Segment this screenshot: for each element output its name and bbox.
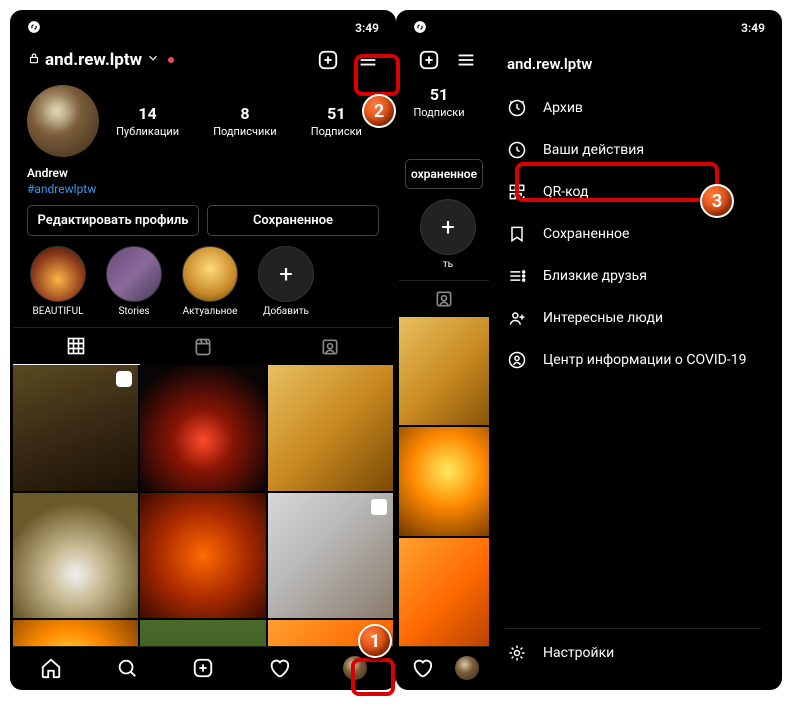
clock: 3:49 [355,21,379,35]
highlight-add[interactable]: +ть [417,199,479,270]
highlight-add[interactable]: +Добавить [255,246,317,317]
underlying-profile-peek: 51Подписки охраненное +ть [399,39,489,687]
stat-posts[interactable]: 14Публикации [116,104,179,138]
stat-following[interactable]: 51Подписки [399,85,479,119]
menu-close-friends[interactable]: Близкие друзья [505,255,761,297]
profile-header: and.rew.lptw [13,39,393,81]
notification-dot [168,57,174,63]
highlight-cover [182,246,238,302]
annotation-marker-2: 2 [362,94,396,128]
highlight-item[interactable]: Актуальное [179,246,241,317]
saved-button-partial[interactable]: охраненное [405,159,483,189]
nav-home[interactable] [38,655,64,681]
post-thumbnail[interactable] [399,538,489,646]
post-thumbnail[interactable] [13,493,138,618]
menu-discover-people[interactable]: Интересные люди [505,297,761,339]
clock: 3:49 [741,21,765,35]
annotation-marker-3: 3 [700,184,734,218]
post-thumbnail[interactable] [140,620,265,646]
shazam-icon [27,20,41,37]
avatar-icon [455,656,479,680]
post-thumbnail[interactable] [140,365,265,490]
post-thumbnail[interactable] [140,493,265,618]
bio: Andrew #andrewlptw [13,163,393,205]
avatar-icon [343,656,367,680]
menu-saved[interactable]: Сохраненное [505,213,761,255]
nav-search[interactable] [114,655,140,681]
posts-grid [13,365,393,646]
menu-your-activity[interactable]: Ваши действия [505,129,761,171]
status-bar: 3:49 [399,13,779,39]
lock-icon [27,50,41,70]
highlight-cover [106,246,162,302]
highlight-cover [30,246,86,302]
profile-avatar[interactable] [27,85,99,157]
nav-create[interactable] [190,655,216,681]
post-thumbnail[interactable] [13,365,138,490]
stat-following[interactable]: 51Подписки [311,104,362,138]
nav-profile[interactable] [342,655,368,681]
highlight-item[interactable]: Stories [103,246,165,317]
post-thumbnail[interactable] [399,427,489,535]
create-button[interactable] [415,45,442,75]
menu-settings[interactable]: Настройки [505,628,761,677]
post-thumbnail[interactable] [399,317,489,425]
annotation-marker-1: 1 [358,624,392,658]
tab-reels[interactable] [140,328,267,365]
bottom-nav [13,646,393,687]
side-menu: and.rew.lptw Архив Ваши действия QR-код … [489,39,779,687]
plus-icon: + [258,246,314,302]
post-thumbnail[interactable] [268,365,393,490]
edit-profile-button[interactable]: Редактировать профиль [27,205,199,236]
plus-icon: + [420,199,476,255]
status-bar: 3:49 [13,13,393,39]
tab-tagged[interactable] [399,281,489,317]
highlight-item[interactable]: BEAUTIFUL [27,246,89,317]
menu-covid-info[interactable]: Центр информации о COVID-19 [505,339,761,381]
stat-followers[interactable]: 8Подписчики [213,104,276,138]
post-thumbnail[interactable] [13,620,138,646]
hamburger-menu-button[interactable] [353,45,383,75]
chevron-down-icon [146,50,160,70]
tab-grid[interactable] [13,328,140,365]
hamburger-menu-button[interactable] [452,45,479,75]
nav-profile[interactable] [454,655,480,681]
nav-activity[interactable] [266,655,292,681]
shazam-icon [413,20,427,37]
tab-tagged[interactable] [266,328,393,365]
reel-badge-icon [116,371,132,387]
menu-archive[interactable]: Архив [505,87,761,129]
create-button[interactable] [313,45,343,75]
saved-button[interactable]: Сохраненное [207,205,379,236]
menu-username: and.rew.lptw [505,49,761,87]
display-name: Andrew [27,165,379,181]
hashtag-link[interactable]: #andrewlptw [27,181,379,197]
username-text: and.rew.lptw [45,50,142,70]
nav-activity[interactable] [409,655,435,681]
carousel-badge-icon [371,499,387,515]
post-thumbnail[interactable] [268,493,393,618]
username-switcher[interactable]: and.rew.lptw [27,50,303,70]
